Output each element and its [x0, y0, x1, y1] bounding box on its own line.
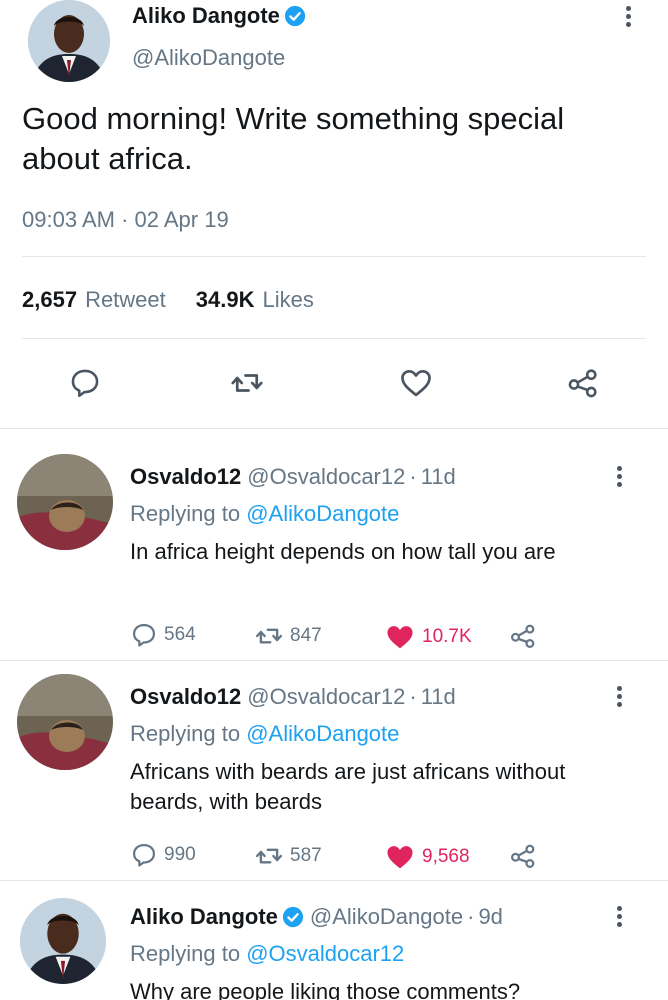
author-name[interactable]: Osvaldo12 — [130, 464, 241, 490]
replying-prefix: Replying to — [130, 501, 247, 526]
retweet-button[interactable]: 587 — [254, 841, 322, 871]
reply-text: Why are people liking those comments? — [130, 979, 521, 1000]
author-name[interactable]: Aliko Dangote — [132, 3, 280, 29]
like-count: 10.7K — [422, 626, 472, 647]
reply-tweet[interactable]: Osvaldo12 @Osvaldocar12 · 11d Replying t… — [0, 446, 668, 660]
author-handle[interactable]: @Osvaldocar12 — [247, 684, 405, 710]
retweet-button[interactable] — [228, 364, 266, 402]
divider — [0, 660, 668, 661]
reply-age: 11d — [420, 464, 456, 489]
replying-prefix: Replying to — [130, 721, 247, 746]
reply-tweet[interactable]: Aliko Dangote @AlikoDangote · 9d Replyin… — [0, 886, 668, 1000]
avatar[interactable] — [17, 674, 113, 770]
author-name[interactable]: Osvaldo12 — [130, 684, 241, 710]
retweet-icon — [255, 848, 283, 864]
retweet-count: 587 — [290, 845, 322, 866]
reply-action-bar: 990 587 9,568 — [130, 841, 570, 871]
replying-to: Replying to @Osvaldocar12 — [130, 941, 404, 967]
avatar-photo — [20, 898, 106, 984]
like-button[interactable]: 10.7K — [384, 621, 472, 653]
replying-to: Replying to @AlikoDangote — [130, 501, 399, 527]
reply-count: 990 — [164, 844, 196, 865]
reply-text: In africa height depends on how tall you… — [130, 539, 556, 564]
share-icon — [510, 844, 535, 869]
likes-count: 34.9K — [195, 287, 255, 312]
likes-label[interactable]: Likes — [263, 287, 314, 313]
more-options-icon[interactable] — [617, 466, 622, 487]
divider — [0, 428, 668, 429]
author-name[interactable]: Aliko Dangote — [130, 904, 278, 930]
retweet-icon — [231, 374, 263, 392]
reply-icon — [132, 843, 156, 867]
tweet-timestamp: 09:03 AM · 02 Apr 19 — [22, 207, 229, 233]
dot-separator: · — [467, 904, 475, 929]
tweet-date: 02 Apr 19 — [134, 207, 229, 232]
retweet-icon — [255, 628, 283, 644]
like-button[interactable] — [397, 364, 435, 402]
reply-count: 564 — [164, 624, 196, 645]
avatar[interactable] — [17, 454, 113, 550]
author-handle[interactable]: @AlikoDangote — [310, 904, 463, 930]
tweet-stats: 2,657 Retweet 34.9K Likes — [22, 287, 314, 313]
reply-action-bar: 564 847 10.7K — [130, 621, 570, 651]
mention-link[interactable]: @AlikoDangote — [246, 501, 399, 526]
like-count: 9,568 — [422, 846, 470, 867]
divider — [0, 880, 668, 881]
avatar-photo — [28, 0, 110, 82]
tweet-time: 09:03 AM — [22, 207, 115, 232]
avatar-photo — [17, 454, 113, 550]
reply-age: 9d — [478, 904, 503, 929]
heart-icon — [401, 369, 431, 397]
main-tweet: Aliko Dangote @AlikoDangote Good morning… — [0, 0, 668, 428]
reply-icon — [71, 369, 99, 398]
retweet-button[interactable]: 847 — [254, 621, 322, 651]
mention-link[interactable]: @Osvaldocar12 — [246, 941, 404, 966]
verified-badge-icon — [284, 5, 306, 27]
share-button[interactable] — [508, 621, 538, 651]
replying-prefix: Replying to — [130, 941, 247, 966]
dot-separator: · — [409, 464, 417, 489]
reply-tweet[interactable]: Osvaldo12 @Osvaldocar12 · 11d Replying t… — [0, 666, 668, 880]
heart-filled-icon — [387, 626, 413, 649]
more-options-icon[interactable] — [617, 906, 622, 927]
like-button[interactable]: 9,568 — [384, 841, 470, 873]
divider — [22, 256, 646, 257]
tweet-text: Good morning! Write something special ab… — [22, 101, 565, 176]
heart-filled-icon — [387, 846, 413, 869]
more-options-icon[interactable] — [617, 686, 622, 707]
verified-badge-icon — [282, 906, 304, 928]
author-handle[interactable]: @AlikoDangote — [132, 45, 285, 71]
more-options-icon[interactable] — [626, 6, 631, 27]
share-button[interactable] — [508, 841, 538, 871]
retweet-label[interactable]: Retweet — [85, 287, 166, 313]
share-button[interactable] — [564, 364, 602, 402]
share-icon — [510, 624, 535, 649]
tweet-detail-screen: Aliko Dangote @AlikoDangote Good morning… — [0, 0, 668, 1000]
reply-button[interactable] — [66, 364, 104, 402]
mention-link[interactable]: @AlikoDangote — [246, 721, 399, 746]
divider — [22, 338, 646, 339]
avatar[interactable] — [28, 0, 110, 82]
retweet-count: 2,657 — [22, 287, 78, 312]
reply-icon — [132, 623, 156, 647]
avatar-photo — [17, 674, 113, 770]
replying-to: Replying to @AlikoDangote — [130, 721, 399, 747]
reply-age: 11d — [420, 684, 456, 709]
reply-button[interactable]: 990 — [130, 841, 196, 869]
author-handle[interactable]: @Osvaldocar12 — [247, 464, 405, 490]
retweet-count: 847 — [290, 625, 322, 646]
date-separator: · — [114, 207, 135, 232]
avatar[interactable] — [20, 898, 106, 984]
reply-text: Africans with beards are just africans w… — [130, 759, 566, 814]
dot-separator: · — [409, 684, 417, 709]
share-icon — [568, 369, 597, 398]
reply-button[interactable]: 564 — [130, 621, 196, 649]
